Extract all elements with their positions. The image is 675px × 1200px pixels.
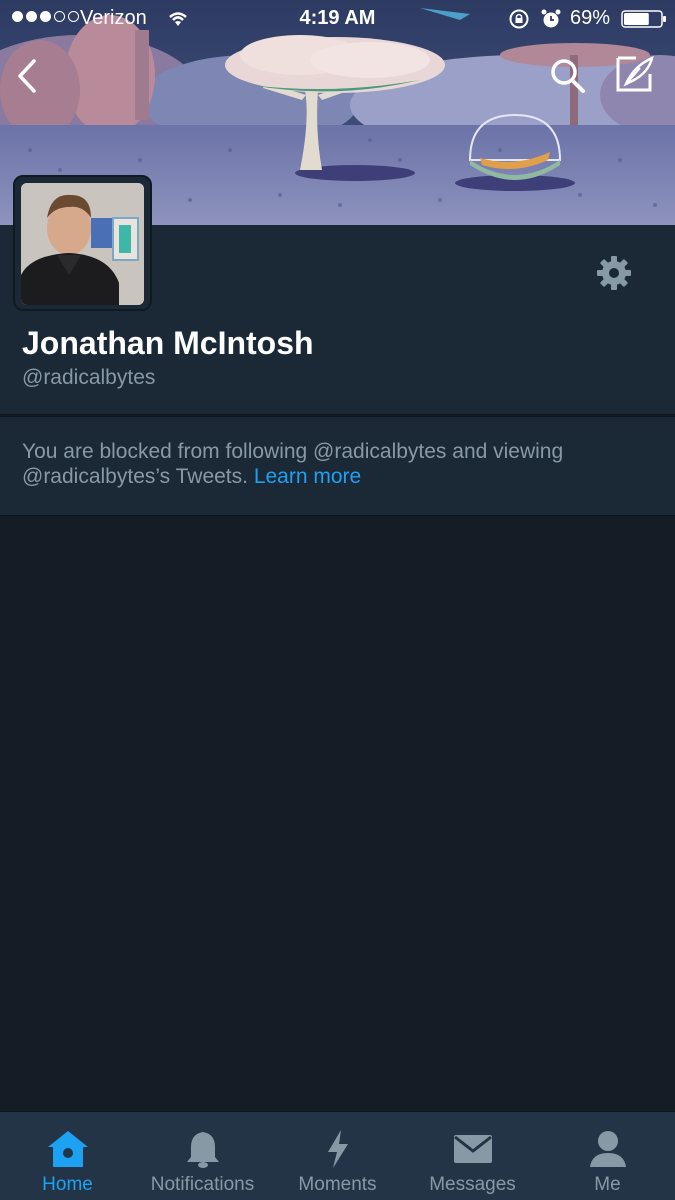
- tab-label: Notifications: [150, 1174, 255, 1195]
- gear-icon: [597, 256, 631, 290]
- tab-label: Moments: [298, 1174, 377, 1195]
- lightning-icon: [325, 1128, 351, 1170]
- profile-avatar[interactable]: [13, 175, 152, 311]
- bell-icon: [185, 1128, 221, 1170]
- search-icon: [551, 59, 585, 93]
- tab-moments[interactable]: Moments: [270, 1112, 405, 1200]
- settings-button[interactable]: [592, 251, 636, 295]
- rotation-lock-icon: [508, 8, 530, 36]
- tab-home[interactable]: Home: [0, 1112, 135, 1200]
- envelope-icon: [453, 1128, 493, 1170]
- back-button[interactable]: [4, 54, 48, 98]
- tab-label: Messages: [429, 1174, 516, 1195]
- tab-label: Me: [594, 1174, 621, 1195]
- status-bar: Verizon 4:19 AM 69%: [0, 0, 675, 38]
- learn-more-link[interactable]: Learn more: [254, 465, 361, 488]
- tab-label: Home: [42, 1174, 93, 1195]
- blocked-notice-text: You are blocked from following @radicalb…: [22, 439, 652, 489]
- alarm-icon: [541, 8, 561, 36]
- tab-bar: Home Notifications Moments Messages Me: [0, 1111, 675, 1200]
- home-icon: [46, 1128, 90, 1170]
- battery-icon: [621, 10, 667, 34]
- search-button[interactable]: [546, 54, 590, 98]
- tab-notifications[interactable]: Notifications: [135, 1112, 270, 1200]
- profile-handle: @radicalbytes: [22, 366, 156, 389]
- battery-percentage: 69%: [570, 7, 611, 29]
- compose-quill-icon: [616, 55, 654, 92]
- person-icon: [588, 1128, 628, 1170]
- blocked-notice: You are blocked from following @radicalb…: [0, 416, 675, 516]
- tab-me[interactable]: Me: [540, 1112, 675, 1200]
- compose-tweet-button[interactable]: [612, 52, 656, 96]
- chevron-left-icon: [18, 59, 36, 93]
- tab-messages[interactable]: Messages: [405, 1112, 540, 1200]
- avatar: [21, 183, 144, 305]
- profile-display-name: Jonathan McIntosh: [22, 325, 314, 361]
